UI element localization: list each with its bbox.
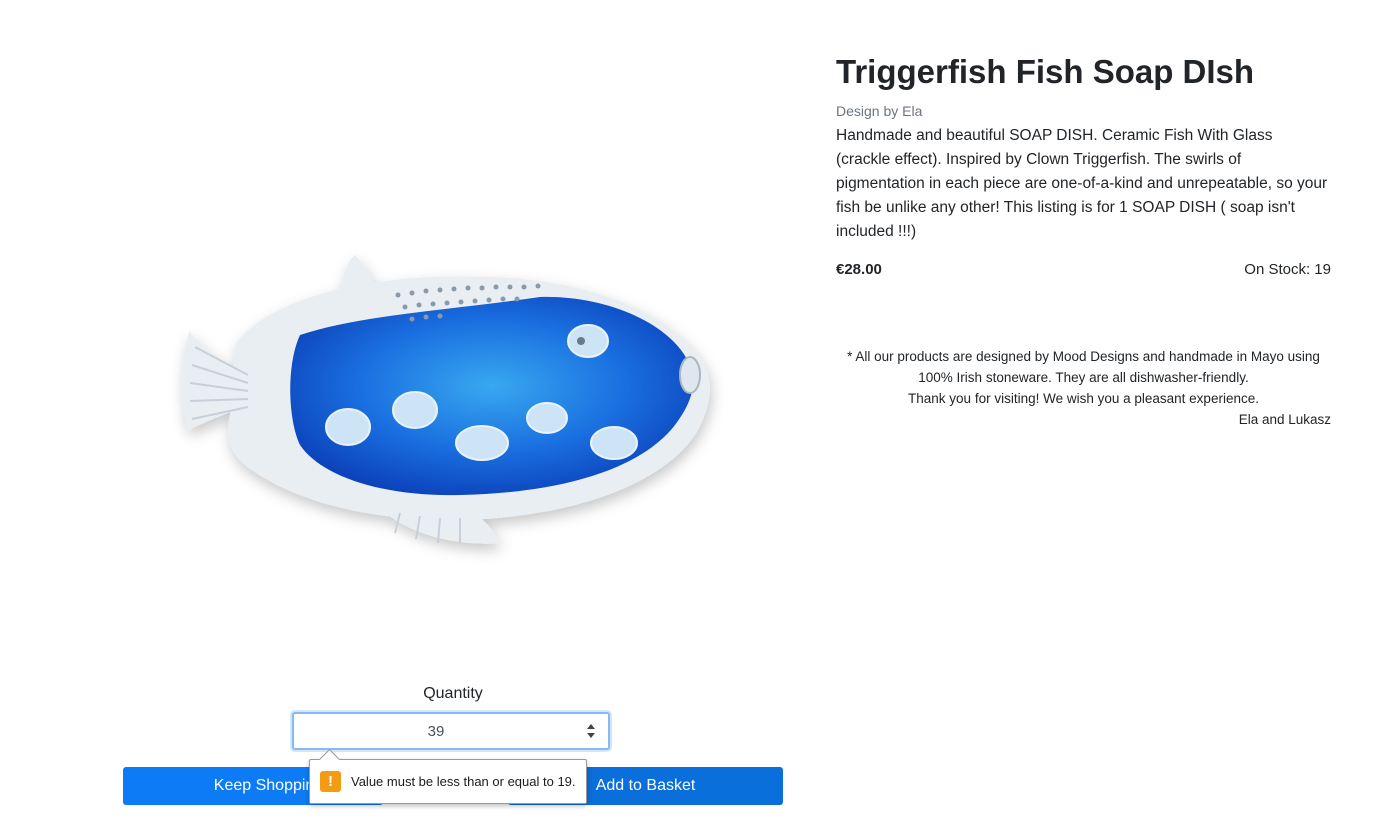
- footnote-line: 100% Irish stoneware. They are all dishw…: [918, 370, 1249, 385]
- footnote-signature: Ela and Lukasz: [1238, 412, 1331, 427]
- validation-message: Value must be less than or equal to 19.: [351, 774, 576, 789]
- keep-shopping-label: Keep Shopping: [213, 777, 324, 794]
- quantity-value: 39: [427, 722, 445, 740]
- stock-count: On Stock: 19: [1244, 261, 1331, 278]
- product-description: Handmade and beautiful SOAP DISH. Cerami…: [836, 127, 1328, 240]
- add-to-basket-label: Add to Basket: [595, 777, 696, 794]
- footnote-line: * All our products are designed by Mood …: [847, 349, 1320, 364]
- footnote: * All our products are designed by Mood …: [836, 346, 1331, 430]
- product-title: Triggerfish Fish Soap DIsh: [836, 53, 1255, 90]
- stepper-down-icon[interactable]: [587, 733, 595, 738]
- product-info: Triggerfish Fish Soap DIsh Design by Ela…: [836, 50, 1331, 430]
- product-price: €28.00: [836, 261, 882, 278]
- tooltip-arrow: [318, 748, 341, 771]
- product-designer: Design by Ela: [836, 103, 923, 119]
- price-row: €28.00 On Stock: 19: [836, 260, 1331, 280]
- product-image: [150, 225, 740, 585]
- quantity-stepper[interactable]: [586, 723, 596, 741]
- quantity-label: Quantity: [423, 685, 483, 702]
- fish-soap-dish-image: [182, 255, 710, 544]
- product-page: Triggerfish Fish Soap DIsh Design by Ela…: [0, 0, 1379, 831]
- stepper-up-icon[interactable]: [587, 724, 595, 729]
- validation-tooltip: ! Value must be less than or equal to 19…: [309, 748, 587, 804]
- footnote-line: Thank you for visiting! We wish you a pl…: [908, 391, 1259, 406]
- warning-icon: !: [320, 771, 341, 792]
- quantity-input[interactable]: 39: [292, 712, 610, 750]
